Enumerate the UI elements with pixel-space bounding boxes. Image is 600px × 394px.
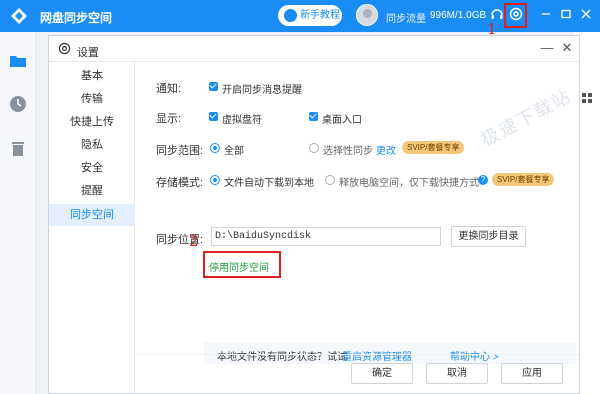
settings-nav: 基本 传输 快捷上传 隐私 安全 提醒 同步空间 [49,62,135,393]
storage-label: 存储模式: [156,177,204,189]
nav-sync-space[interactable]: 同步空间 [49,204,135,226]
desktop-entry-option: 桌面入口 [322,115,362,126]
notify-option: 开启同步消息提醒 [222,85,302,96]
ok-button[interactable]: 确定 [351,363,413,384]
trash-icon[interactable] [9,139,27,157]
clock-icon[interactable] [9,95,27,113]
nav-reminder[interactable]: 提醒 [49,180,135,202]
settings-content: 极速下载站 通知: 开启同步消息提醒 显示: 虚拟盘符 桌面入口 同步范围: 全… [136,62,579,393]
app-title: 网盘同步空间 [40,11,113,25]
app-logo-icon [11,8,27,24]
dialog-close-icon[interactable]: ✕ [559,40,575,56]
display-label: 显示: [156,113,182,125]
minimize-icon[interactable] [537,7,555,25]
dialog-minimize-icon[interactable]: — [539,40,555,56]
storage-free-option: 释放电脑空间，仅下载快捷方式 [339,178,479,189]
cancel-button[interactable]: 取消 [426,363,488,384]
virtual-drive-checkbox[interactable] [209,112,218,121]
dialog-title: 设置 [77,47,99,59]
watermark: 极速下载站 [477,85,576,151]
change-sync-dir-button[interactable]: 更换同步目录 [451,226,526,247]
annotation-box-settings [504,3,527,28]
nav-quick-upload[interactable]: 快捷上传 [49,111,135,133]
scope-all-radio[interactable] [210,143,220,153]
annotation-number-2: 2 [189,232,199,250]
desktop-entry-checkbox[interactable] [309,112,318,121]
notify-label: 通知: [156,83,182,95]
scope-change-link[interactable]: 更改 [376,142,396,157]
scope-selective-option: 选择性同步 [323,146,373,157]
storage-auto-radio[interactable] [210,175,220,185]
nav-security[interactable]: 安全 [49,157,135,179]
close-window-icon[interactable] [577,7,595,25]
scope-all-option: 全部 [224,146,244,157]
grid-view-icon[interactable] [581,92,593,104]
scope-svip-badge: SVIP/套餐专享 [402,141,465,154]
maximize-icon[interactable] [557,7,575,25]
storage-free-radio[interactable] [325,175,335,185]
sync-flow-label: 同步流量 [386,14,426,25]
nav-privacy[interactable]: 隐私 [49,134,135,156]
settings-icon [58,42,71,55]
apply-button[interactable]: 应用 [501,363,563,384]
sync-flow-value: 996M/1.0GB [430,10,487,21]
dialog-footer: 确定 取消 应用 [136,354,579,393]
nav-basic[interactable]: 基本 [49,65,135,87]
tutorial-icon [284,9,297,22]
storage-svip-badge: SVIP/套餐专享 [492,173,555,186]
avatar[interactable] [356,4,378,26]
notify-checkbox[interactable] [209,82,218,91]
scope-selective-radio[interactable] [309,143,319,153]
stop-sync-space-link[interactable]: 停用同步空间 [209,259,269,274]
sync-path-input[interactable]: D:\BaiduSyncdisk [211,227,441,246]
tutorial-label: 新手教程 [300,10,340,21]
scope-label: 同步范围: [156,145,204,157]
left-rail [0,32,36,394]
folder-icon[interactable] [9,52,27,70]
settings-dialog: 设置 — ✕ 基本 传输 快捷上传 隐私 安全 提醒 同步空间 极速下载站 通知… [48,35,580,394]
storage-help-icon[interactable]: ? [478,175,488,185]
tutorial-button[interactable]: 新手教程 [278,5,342,26]
dialog-header: 设置 — ✕ [49,36,579,62]
storage-auto-option: 文件自动下载到本地 [224,178,314,189]
nav-transfer[interactable]: 传输 [49,88,135,110]
virtual-drive-option: 虚拟盘符 [222,115,262,126]
